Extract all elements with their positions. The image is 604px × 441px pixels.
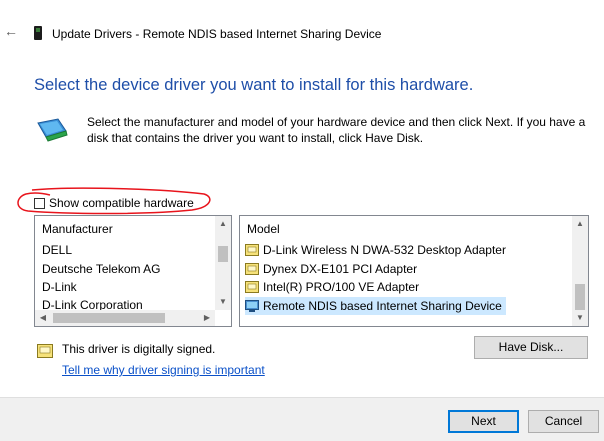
model-header: Model [247,222,280,236]
list-item[interactable]: D-Link Wireless N DWA-532 Desktop Adapte… [245,241,506,259]
horizontal-scrollbar[interactable]: ◀ ▶ [35,310,215,326]
scroll-down-icon[interactable]: ▼ [572,310,588,326]
list-item[interactable]: Deutsche Telekom AG [42,260,161,278]
model-name: D-Link Wireless N DWA-532 Desktop Adapte… [263,243,506,257]
scroll-up-icon[interactable]: ▲ [215,216,231,232]
signing-status: This driver is digitally signed. [62,342,216,356]
instruction-text: Select the manufacturer and model of you… [87,115,586,145]
manufacturer-header: Manufacturer [42,222,113,236]
model-name: Intel(R) PRO/100 VE Adapter [263,280,420,294]
next-button[interactable]: Next [448,410,519,433]
model-name: Remote NDIS based Internet Sharing Devic… [263,299,502,313]
signed-driver-icon [37,344,53,358]
page-heading: Select the device driver you want to ins… [34,76,474,94]
back-arrow-icon[interactable]: ← [4,24,18,38]
have-disk-button[interactable]: Have Disk... [474,336,588,359]
list-item[interactable]: Intel(R) PRO/100 VE Adapter [245,278,419,296]
model-list[interactable]: Model D-Link Wireless N DWA-532 Desktop … [239,215,589,327]
device-icon [34,26,42,40]
scroll-left-icon[interactable]: ◀ [35,310,51,326]
scroll-thumb[interactable] [575,284,585,310]
manufacturer-list[interactable]: Manufacturer DELL Deutsche Telekom AG D-… [34,215,232,327]
vertical-scrollbar[interactable]: ▲ ▼ [215,216,231,310]
red-annotation-circle [17,187,211,215]
signed-driver-icon [245,263,259,275]
list-item[interactable]: Dynex DX-E101 PCI Adapter [245,260,417,278]
scroll-right-icon[interactable]: ▶ [199,310,215,326]
network-adapter-icon [245,300,259,312]
scroll-down-icon[interactable]: ▼ [215,294,231,310]
scroll-up-icon[interactable]: ▲ [572,216,588,232]
signed-driver-icon [245,244,259,256]
driver-signing-link[interactable]: Tell me why driver signing is important [62,363,265,377]
cancel-button[interactable]: Cancel [528,410,599,433]
list-item-selected[interactable]: D-Link [42,278,77,296]
vertical-scrollbar[interactable]: ▲ ▼ [572,216,588,326]
model-name: Dynex DX-E101 PCI Adapter [263,262,418,276]
scroll-thumb[interactable] [53,313,165,323]
list-item-selected[interactable]: Remote NDIS based Internet Sharing Devic… [245,297,506,315]
signed-driver-icon [245,281,259,293]
scroll-thumb[interactable] [218,246,228,262]
window-title: Update Drivers - Remote NDIS based Inter… [52,27,382,41]
hardware-monitor-icon [37,118,68,142]
list-item[interactable]: DELL [42,241,72,259]
